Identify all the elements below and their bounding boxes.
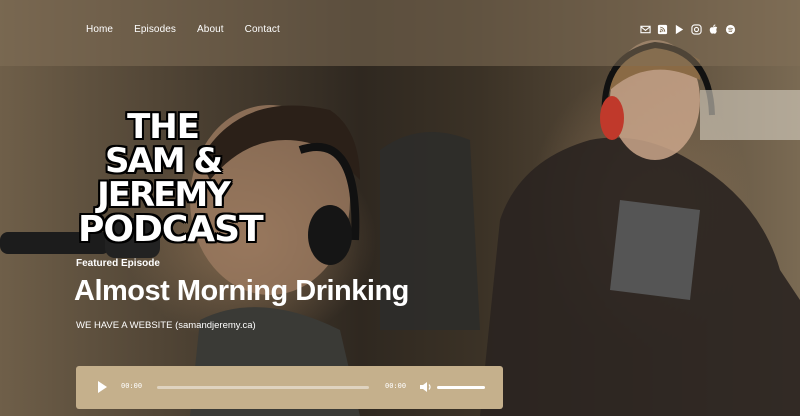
nav-about[interactable]: About bbox=[197, 24, 224, 35]
current-time: 00:00 bbox=[121, 382, 143, 390]
rss-icon[interactable] bbox=[657, 24, 668, 35]
featured-label: Featured Episode bbox=[76, 258, 160, 269]
volume-slider[interactable] bbox=[437, 386, 485, 389]
duration: 00:00 bbox=[385, 382, 407, 390]
logo-line-2: SAM & JEREMY bbox=[97, 141, 231, 215]
nav-contact[interactable]: Contact bbox=[245, 24, 280, 35]
instagram-icon[interactable] bbox=[691, 24, 702, 35]
episode-description: WE HAVE A WEBSITE (samandjeremy.ca) bbox=[76, 320, 256, 331]
main-nav: Home Episodes About Contact bbox=[86, 24, 280, 35]
apple-icon[interactable] bbox=[708, 24, 719, 35]
logo-line-3: PODCAST bbox=[78, 209, 264, 250]
spotify-icon[interactable] bbox=[725, 24, 736, 35]
mail-icon[interactable] bbox=[640, 24, 651, 35]
nav-home[interactable]: Home bbox=[86, 24, 113, 35]
nav-episodes[interactable]: Episodes bbox=[134, 24, 176, 35]
episode-title[interactable]: Almost Morning Drinking bbox=[74, 275, 409, 308]
play-icon[interactable] bbox=[98, 381, 107, 393]
google-play-icon[interactable] bbox=[674, 24, 685, 35]
volume-icon[interactable] bbox=[419, 380, 433, 394]
audio-player: 00:00 00:00 bbox=[76, 366, 503, 409]
progress-bar[interactable] bbox=[157, 386, 369, 389]
hero-section: Home Episodes About Contact THE SAM & JE… bbox=[0, 0, 800, 416]
podcast-logo: THE SAM & JEREMY PODCAST bbox=[78, 107, 264, 250]
logo-line-1: THE bbox=[127, 107, 200, 147]
social-links bbox=[640, 24, 736, 35]
